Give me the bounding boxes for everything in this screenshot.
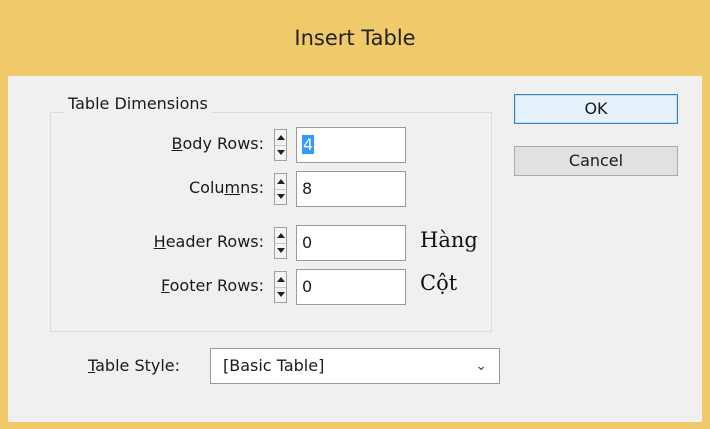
columns-row: Columns: <box>68 171 264 205</box>
insert-table-dialog: Insert Table Table Dimensions Body Rows:… <box>0 0 710 429</box>
arrow-down-icon <box>276 248 285 253</box>
columns-decrement-button[interactable] <box>275 189 286 204</box>
arrow-up-icon <box>276 179 285 184</box>
header-rows-spinner[interactable] <box>274 227 287 259</box>
body-rows-increment-button[interactable] <box>275 130 286 146</box>
arrow-up-icon <box>276 233 285 238</box>
header-rows-input[interactable]: 0 <box>296 225 406 261</box>
footer-rows-spinner[interactable] <box>274 271 287 303</box>
dialog-title: Insert Table <box>294 26 416 50</box>
columns-input[interactable]: 8 <box>296 171 406 207</box>
group-title: Table Dimensions <box>64 94 212 113</box>
footer-rows-increment-button[interactable] <box>275 272 286 288</box>
body-rows-input[interactable]: 4 <box>296 127 406 163</box>
footer-rows-label: Footer Rows: <box>161 276 264 295</box>
columns-spinner[interactable] <box>274 173 287 205</box>
header-rows-annotation: Hàng <box>420 228 478 252</box>
footer-rows-row: Footer Rows: <box>68 269 264 303</box>
body-rows-spinner[interactable] <box>274 129 287 161</box>
cancel-button[interactable]: Cancel <box>514 146 678 176</box>
arrow-down-icon <box>276 292 285 297</box>
header-rows-row: Header Rows: <box>68 225 264 259</box>
ok-button[interactable]: OK <box>514 94 678 124</box>
arrow-down-icon <box>276 150 285 155</box>
header-rows-decrement-button[interactable] <box>275 243 286 258</box>
table-style-select[interactable]: [Basic Table] ⌄ <box>210 348 500 384</box>
footer-rows-annotation: Cột <box>420 271 458 295</box>
table-style-label: Table Style: <box>88 356 181 375</box>
columns-increment-button[interactable] <box>275 174 286 190</box>
columns-label: Columns: <box>188 178 264 197</box>
body-rows-row: Body Rows: <box>68 127 264 161</box>
body-rows-decrement-button[interactable] <box>275 145 286 160</box>
arrow-down-icon <box>276 194 285 199</box>
body-rows-value: 4 <box>302 135 315 154</box>
header-rows-label: Header Rows: <box>153 232 264 251</box>
arrow-up-icon <box>276 135 285 140</box>
header-rows-increment-button[interactable] <box>275 228 286 244</box>
footer-rows-input[interactable]: 0 <box>296 269 406 305</box>
dialog-client-area: Table Dimensions Body Rows: 4 Columns: 8… <box>8 76 702 422</box>
footer-rows-decrement-button[interactable] <box>275 287 286 302</box>
body-rows-label: Body Rows: <box>171 134 264 153</box>
arrow-up-icon <box>276 277 285 282</box>
chevron-down-icon: ⌄ <box>475 358 487 374</box>
table-style-value: [Basic Table] <box>223 356 325 375</box>
